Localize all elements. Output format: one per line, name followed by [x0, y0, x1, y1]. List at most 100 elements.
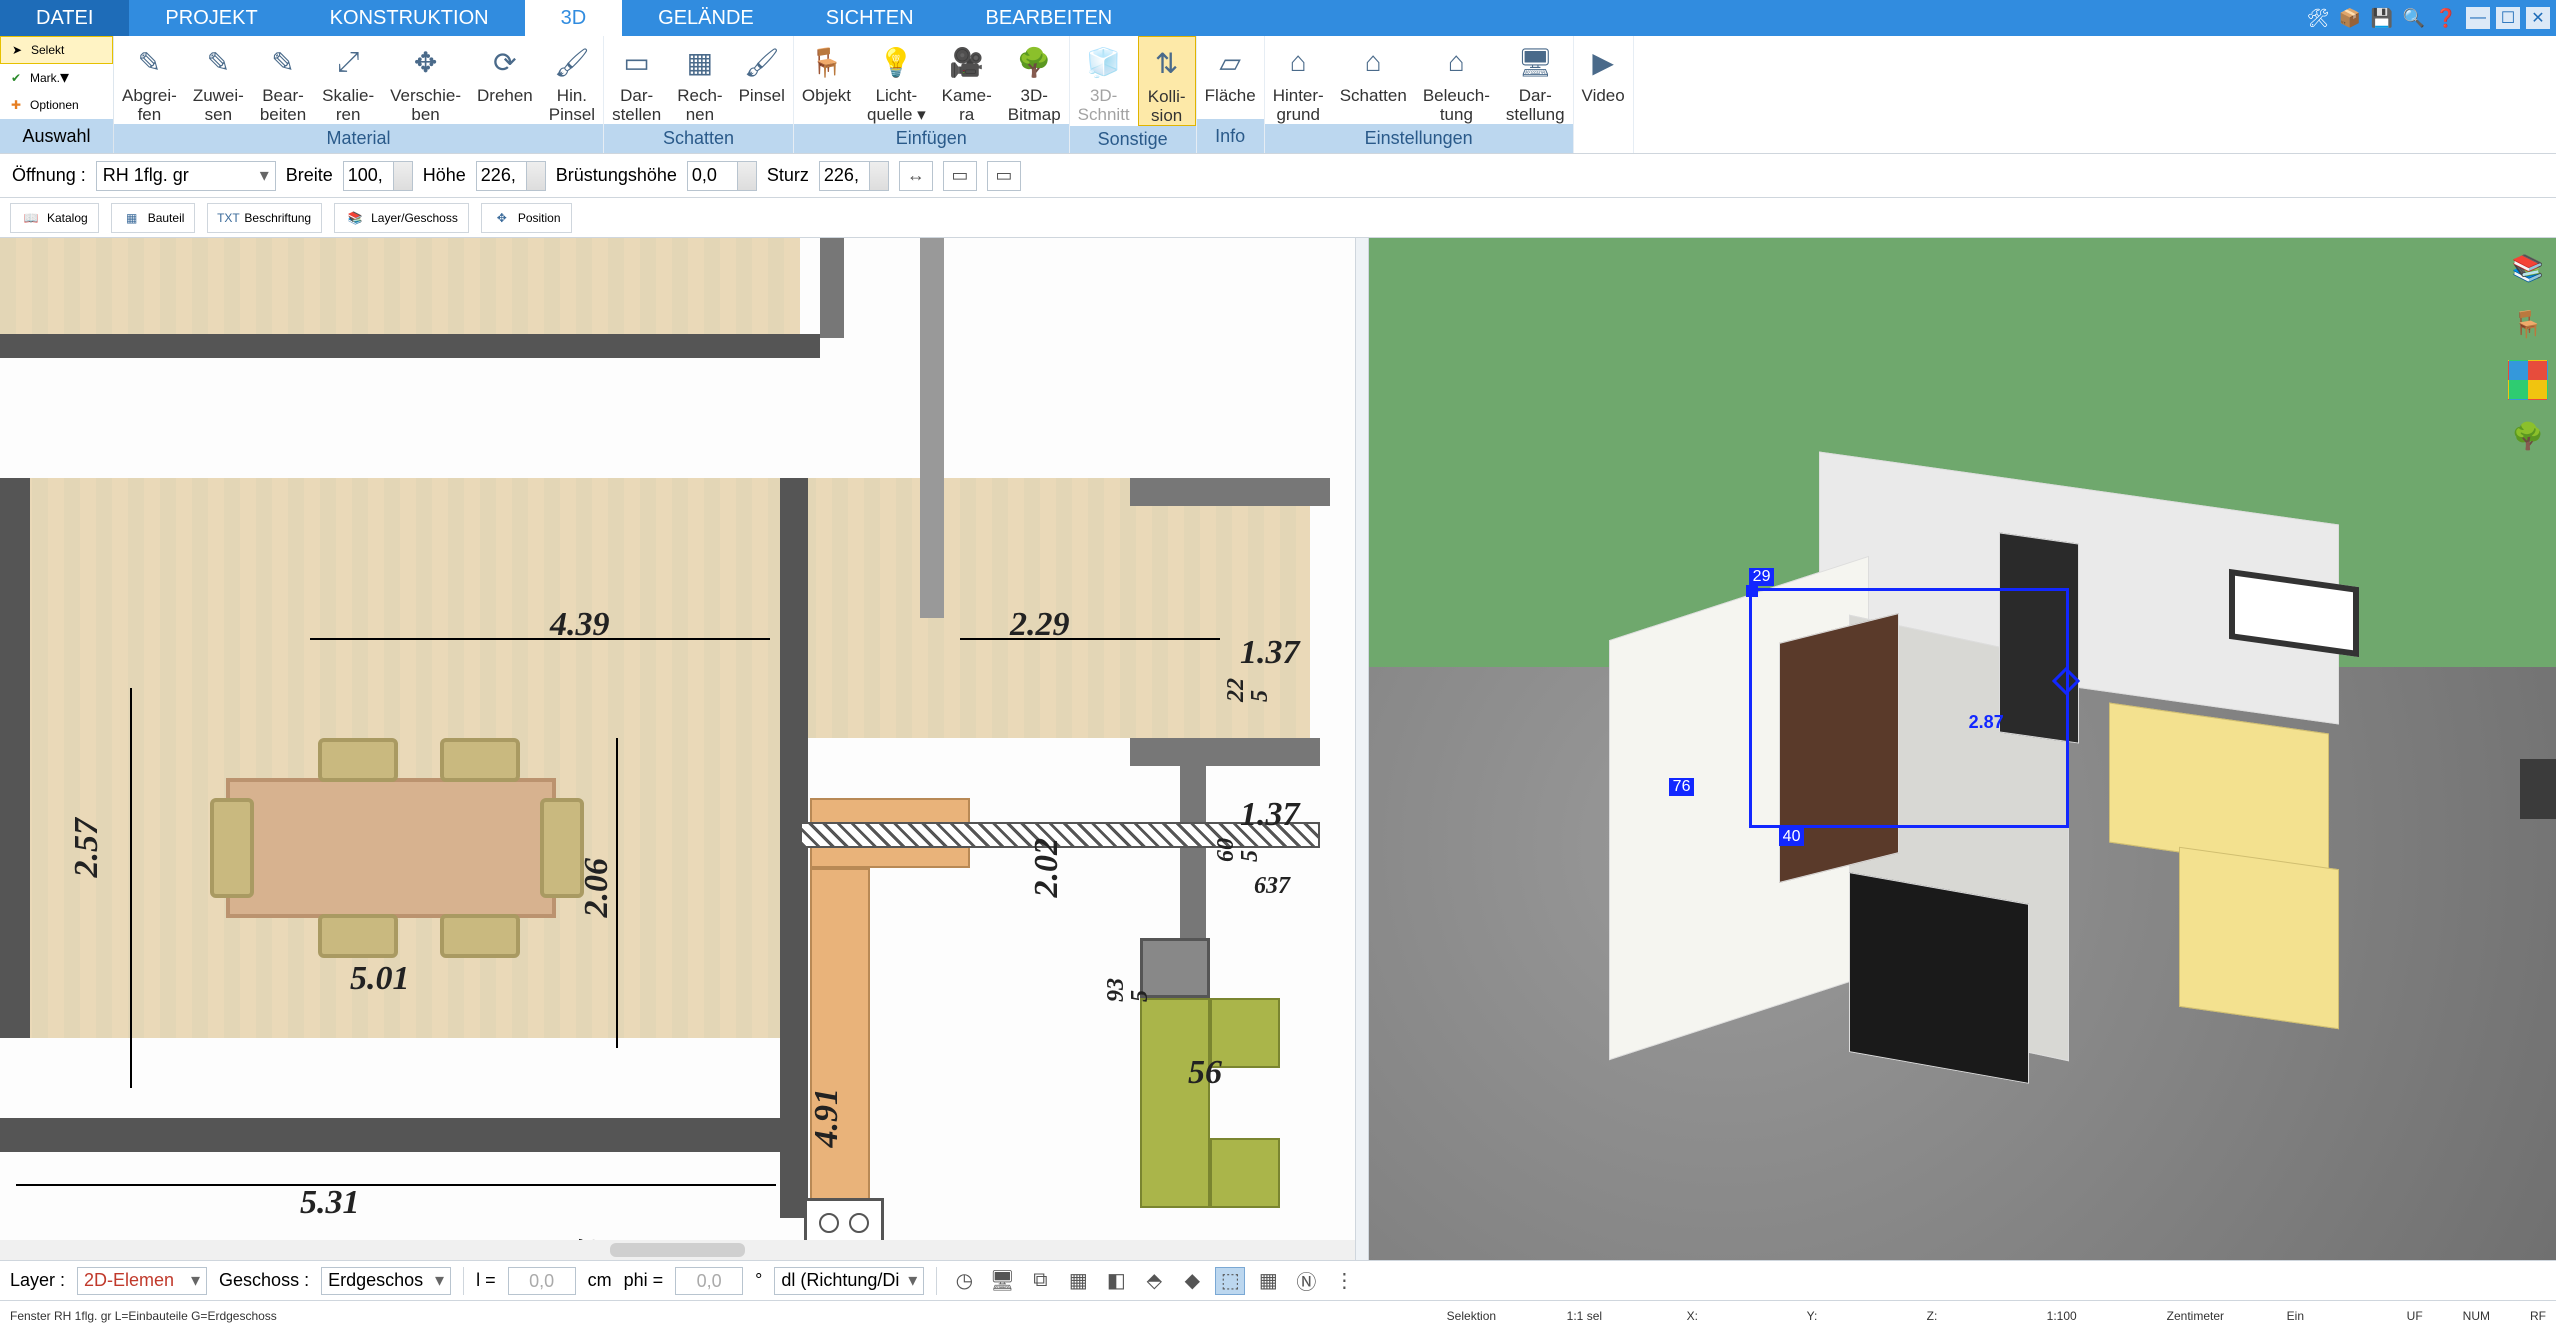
tab-gelaende[interactable]: GELÄNDE: [622, 0, 790, 36]
drehen-button[interactable]: ⟳Drehen: [469, 36, 541, 124]
hin-pinsel-button[interactable]: 🖌Hin. Pinsel: [541, 36, 603, 124]
tab-konstruktion[interactable]: KONSTRUKTION: [294, 0, 525, 36]
tab-3d[interactable]: 3D: [525, 0, 623, 36]
view-mode-9-button[interactable]: Ⓝ: [1291, 1267, 1321, 1295]
group-video: ▶Video: [1574, 36, 1634, 153]
optionen-button[interactable]: ✚Optionen: [0, 92, 113, 120]
layer-geschoss-button[interactable]: 📚Layer/Geschoss: [334, 203, 469, 233]
darstellung-button[interactable]: 🖥Dar- stellung: [1498, 36, 1573, 124]
optionen-label: Optionen: [30, 98, 79, 112]
sturz-label: Sturz: [767, 165, 809, 186]
position-button[interactable]: ✥Position: [481, 203, 572, 233]
outline2-button[interactable]: ▭: [987, 161, 1021, 191]
tab-datei[interactable]: DATEI: [0, 0, 129, 36]
katalog-button[interactable]: 📖Katalog: [10, 203, 99, 233]
zuweisen-button[interactable]: ✎Zuwei- sen: [185, 36, 252, 124]
view-mode-8-button[interactable]: ▦: [1253, 1267, 1283, 1295]
hintergrund-button[interactable]: ⌂Hinter- grund: [1265, 36, 1332, 124]
viewport-2d[interactable]: 4.39 2.29 1.37 1.37 5.01 5.31 56 3.31 2.…: [0, 238, 1355, 1260]
breite-input[interactable]: 100,: [343, 161, 413, 191]
view-splitter[interactable]: [1355, 238, 1369, 1260]
position-label: Position: [518, 211, 561, 225]
video-button[interactable]: ▶Video: [1574, 36, 1633, 119]
dim-56: 56: [1188, 1056, 1222, 1090]
bearbeiten-button[interactable]: ✎Bear- beiten: [252, 36, 314, 124]
mark-button[interactable]: ✔Mark. ▾: [0, 64, 113, 92]
layer-combo[interactable]: 2D-Elemen: [77, 1267, 207, 1295]
view-mode-4-button[interactable]: ◧: [1101, 1267, 1131, 1295]
rechnen-label: Rech- nen: [677, 86, 722, 124]
furniture-icon[interactable]: 🪑: [2508, 304, 2548, 344]
ribbon: ➤Selekt ✔Mark. ▾ ✚Optionen Auswahl ✎Abgr…: [0, 36, 2556, 154]
skalieren-button[interactable]: ⤢Skalie- ren: [314, 36, 382, 124]
darstellung-label: Dar- stellung: [1506, 86, 1565, 124]
bottom-bar: Layer : 2D-Elemen Geschoss : Erdgeschos …: [0, 1260, 2556, 1300]
view-mode-10-button[interactable]: ⋮: [1329, 1267, 1359, 1295]
pinsel-sch-button[interactable]: 🖌Pinsel: [731, 36, 793, 124]
l-input[interactable]: 0,0: [508, 1267, 576, 1295]
package-icon[interactable]: 📦: [2336, 4, 2364, 32]
drawer-handle[interactable]: [2520, 759, 2556, 819]
lichtquelle-label: Licht- quelle ▾: [867, 86, 926, 124]
view-mode-7-button[interactable]: ⬚: [1215, 1267, 1245, 1295]
tab-projekt[interactable]: PROJEKT: [129, 0, 293, 36]
maximize-button[interactable]: ☐: [2496, 7, 2520, 29]
selekt-button[interactable]: ➤Selekt: [0, 36, 113, 64]
hintergrund-label: Hinter- grund: [1273, 86, 1324, 124]
property-bar: Öffnung : RH 1flg. gr Breite 100, Höhe 2…: [0, 154, 2556, 198]
save-icon[interactable]: 💾: [2368, 4, 2396, 32]
flaeche-button[interactable]: ▱Fläche: [1197, 36, 1264, 119]
dl-combo[interactable]: dl (Richtung/Di: [774, 1267, 924, 1295]
view-mode-1-button[interactable]: 🖥: [987, 1267, 1017, 1295]
objekt-button[interactable]: 🪑Objekt: [794, 36, 859, 124]
darstellen-button[interactable]: ▭Dar- stellen: [604, 36, 669, 124]
beschriftung-button[interactable]: TXTBeschriftung: [207, 203, 322, 233]
group-material: ✎Abgrei- fen✎Zuwei- sen✎Bear- beiten⤢Ska…: [114, 36, 604, 153]
layers-icon[interactable]: 📚: [2508, 248, 2548, 288]
hoehe-input[interactable]: 226,: [476, 161, 546, 191]
oeffnung-combo[interactable]: RH 1flg. gr: [96, 161, 276, 191]
tool-icon[interactable]: 🛠: [2304, 4, 2332, 32]
scrollbar-2d[interactable]: [0, 1240, 1355, 1260]
verschieben-button[interactable]: ✥Verschie- ben: [382, 36, 469, 124]
3d-schnitt-button: 🧊3D- Schnitt: [1070, 36, 1138, 126]
kollision-button[interactable]: ⇅Kolli- sion: [1138, 36, 1196, 126]
view-mode-5-button[interactable]: ⬘: [1139, 1267, 1169, 1295]
status-sel: Selektion: [1447, 1309, 1527, 1323]
geschoss-label: Geschoss :: [219, 1270, 309, 1291]
abgreifen-button[interactable]: ✎Abgrei- fen: [114, 36, 185, 124]
3d-bitmap-label: 3D- Bitmap: [1008, 86, 1061, 124]
color-palette-icon[interactable]: [2508, 360, 2548, 400]
lichtquelle-button[interactable]: 💡Licht- quelle ▾: [859, 36, 934, 124]
geschoss-combo[interactable]: Erdgeschos: [321, 1267, 451, 1295]
outline-button[interactable]: ▭: [943, 161, 977, 191]
gizmo-287: 2.87: [1969, 712, 2004, 733]
kamera-button[interactable]: 🎥Kame- ra: [934, 36, 1000, 124]
view-mode-0-button[interactable]: ◷: [949, 1267, 979, 1295]
search-icon[interactable]: 🔍: [2400, 4, 2428, 32]
main-area: 4.39 2.29 1.37 1.37 5.01 5.31 56 3.31 2.…: [0, 238, 2556, 1260]
viewport-3d[interactable]: 29 76 2.87 40 📚 🪑 🌳: [1369, 238, 2556, 1260]
sturz-input[interactable]: 226,: [819, 161, 889, 191]
view-mode-3-button[interactable]: ▦: [1063, 1267, 1093, 1295]
tab-sichten[interactable]: SICHTEN: [790, 0, 950, 36]
check-icon: ✔: [6, 68, 26, 88]
view-mode-2-button[interactable]: ⧉: [1025, 1267, 1055, 1295]
minimize-button[interactable]: —: [2466, 7, 2490, 29]
close-button[interactable]: ✕: [2526, 7, 2550, 29]
schatten-e-button[interactable]: ⌂Schatten: [1332, 36, 1415, 124]
tree-icon[interactable]: 🌳: [2508, 416, 2548, 456]
flip-h-button[interactable]: ↔: [899, 161, 933, 191]
bruestung-input[interactable]: 0,0: [687, 161, 757, 191]
dim-2-57: 2.57: [70, 818, 104, 878]
beleuchtung-button[interactable]: ⌂Beleuch- tung: [1415, 36, 1498, 124]
tab-bearbeiten[interactable]: BEARBEITEN: [950, 0, 1149, 36]
view-mode-6-button[interactable]: ◆: [1177, 1267, 1207, 1295]
help-icon[interactable]: ❓: [2432, 4, 2460, 32]
transform-gizmo[interactable]: [1749, 588, 2069, 828]
rechnen-button[interactable]: ▦Rech- nen: [669, 36, 730, 124]
phi-input[interactable]: 0,0: [675, 1267, 743, 1295]
3d-bitmap-button[interactable]: 🌳3D- Bitmap: [1000, 36, 1069, 124]
dim-1-37b: 1.37: [1240, 798, 1300, 832]
bauteil-button[interactable]: ▦Bauteil: [111, 203, 196, 233]
